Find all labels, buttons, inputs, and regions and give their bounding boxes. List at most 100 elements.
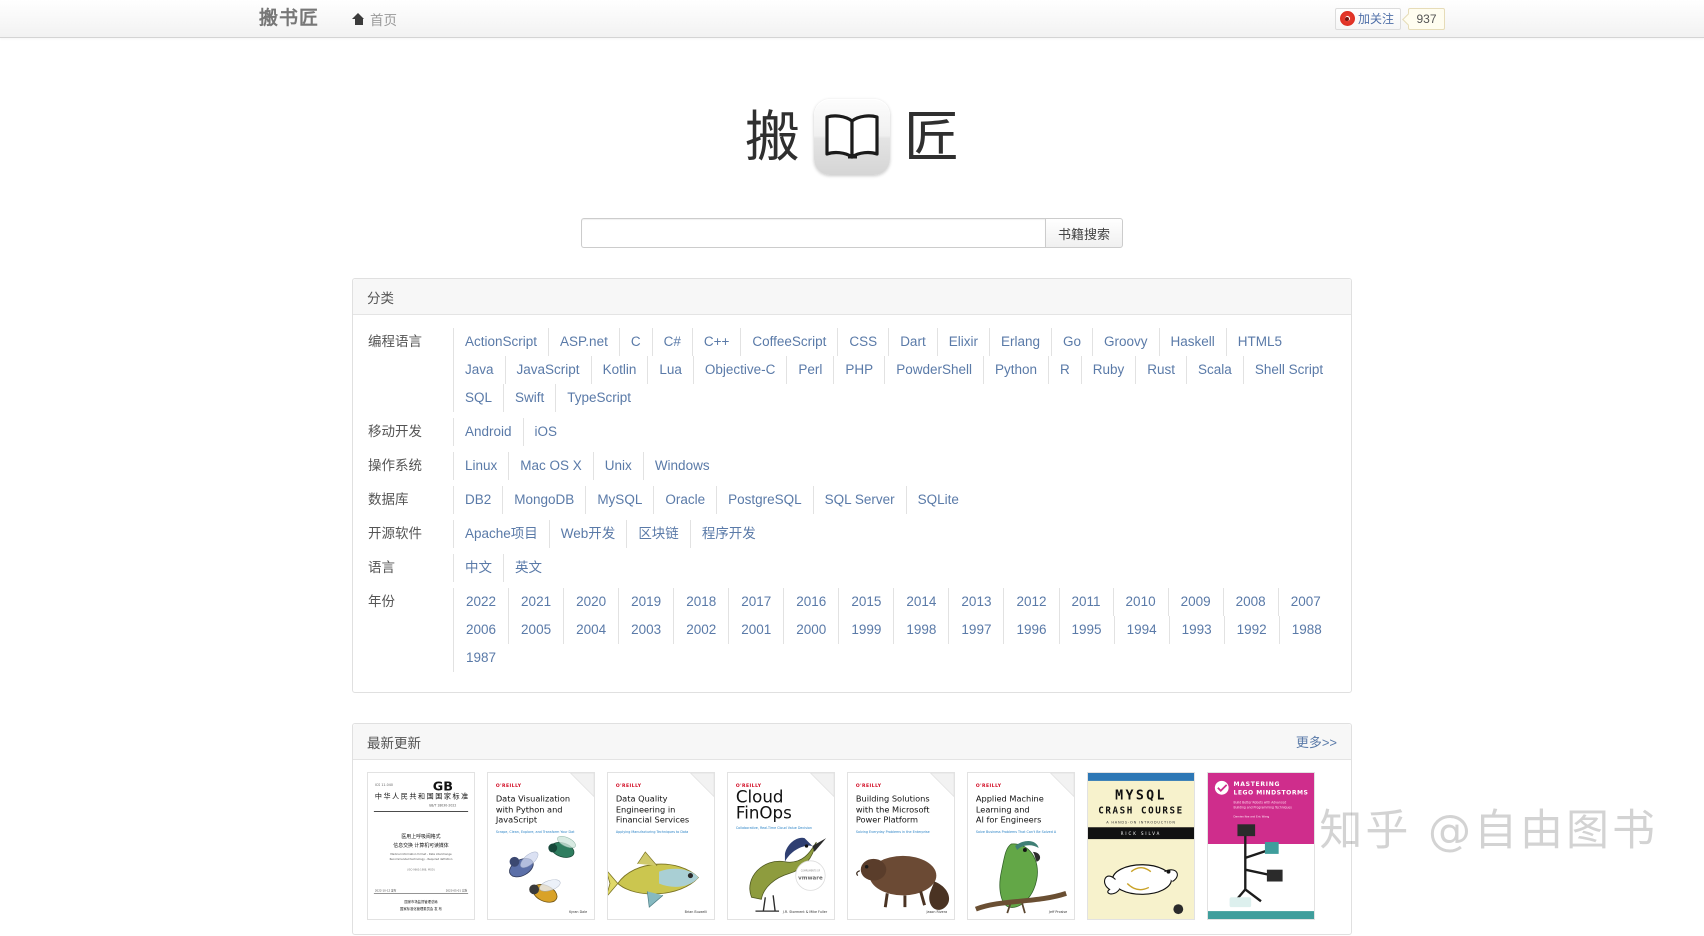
nav-item-home[interactable]: 首页 — [352, 9, 397, 29]
category-link[interactable]: Ruby — [1080, 356, 1136, 384]
category-link[interactable]: PHP — [833, 356, 884, 384]
category-link[interactable]: HTML5 — [1225, 328, 1293, 356]
book-cover-data-quality-engineering-financial-services[interactable]: O'REILLY Data Quality Engineering in Fina… — [607, 772, 715, 920]
category-link[interactable]: 1998 — [893, 616, 948, 644]
search-button[interactable]: 书籍搜索 — [1045, 218, 1123, 248]
category-link[interactable]: 2012 — [1003, 588, 1058, 616]
category-link[interactable]: Windows — [642, 452, 721, 480]
category-link[interactable]: C — [618, 328, 652, 356]
category-link[interactable]: R — [1048, 356, 1081, 384]
category-link[interactable]: 区块链 — [626, 520, 690, 548]
category-link[interactable]: MongoDB — [502, 486, 585, 514]
category-link[interactable]: 中文 — [453, 554, 503, 582]
category-link[interactable]: 2008 — [1222, 588, 1278, 616]
category-link[interactable]: PostgreSQL — [716, 486, 813, 514]
book-cover-data-visualization-python-javascript[interactable]: O'REILLY Data Visualization with Python … — [487, 772, 595, 920]
category-link[interactable]: iOS — [522, 418, 569, 446]
category-link[interactable]: 2019 — [618, 588, 673, 616]
category-link[interactable]: TypeScript — [555, 384, 642, 412]
category-link[interactable]: 2004 — [563, 616, 618, 644]
category-link[interactable]: Erlang — [988, 328, 1051, 356]
category-link[interactable]: 2003 — [618, 616, 673, 644]
category-link[interactable]: ActionScript — [453, 328, 548, 356]
category-link[interactable]: Android — [453, 418, 523, 446]
category-link[interactable]: Oracle — [653, 486, 716, 514]
category-link[interactable]: 1992 — [1223, 616, 1279, 644]
category-link[interactable]: Shell Script — [1242, 356, 1334, 384]
category-link[interactable]: Elixir — [936, 328, 989, 356]
category-link[interactable]: 2000 — [783, 616, 838, 644]
category-link[interactable]: 2014 — [893, 588, 948, 616]
category-link[interactable]: Go — [1050, 328, 1092, 356]
category-link[interactable]: Mac OS X — [508, 452, 593, 480]
category-link[interactable]: 2001 — [728, 616, 783, 644]
category-link[interactable]: 1995 — [1058, 616, 1114, 644]
category-link[interactable]: 2002 — [673, 616, 728, 644]
category-link[interactable]: 2016 — [783, 588, 838, 616]
category-link[interactable]: SQL Server — [812, 486, 906, 514]
search-input[interactable] — [581, 218, 1045, 248]
category-link[interactable]: 英文 — [503, 554, 553, 582]
category-link[interactable]: Apache项目 — [453, 520, 549, 548]
category-link[interactable]: Groovy — [1092, 328, 1159, 356]
weibo-follow-button[interactable]: 加关注 — [1334, 7, 1401, 30]
category-link[interactable]: Swift — [503, 384, 555, 412]
category-link[interactable]: 2022 — [453, 588, 508, 616]
category-link[interactable]: ASP.net — [548, 328, 619, 356]
book-cover-mastering-lego-mindstorms[interactable]: MASTERING LEGO MINDSTORMS Build Better R… — [1207, 772, 1315, 920]
book-cover-cloud-finops[interactable]: O'REILLY Cloud FinOps Collaborative, Rea… — [727, 772, 835, 920]
category-link[interactable]: Scala — [1186, 356, 1243, 384]
category-link[interactable]: 2006 — [453, 616, 508, 644]
latest-panel-more-link[interactable]: 更多>> — [1296, 732, 1337, 751]
category-link[interactable]: C++ — [691, 328, 741, 356]
category-link[interactable]: PowderShell — [884, 356, 983, 384]
category-link[interactable]: JavaScript — [504, 356, 591, 384]
category-link[interactable]: 2020 — [563, 588, 618, 616]
category-link[interactable]: 1996 — [1003, 616, 1058, 644]
category-link[interactable]: 2009 — [1167, 588, 1223, 616]
category-link[interactable]: 2018 — [673, 588, 728, 616]
category-link[interactable]: Kotlin — [590, 356, 648, 384]
category-link[interactable]: Linux — [453, 452, 508, 480]
category-link[interactable]: 1988 — [1278, 616, 1334, 644]
category-link[interactable]: C# — [651, 328, 692, 356]
book-cover-gb-standard-chinese[interactable]: ICS 11.040 GB 中华人民共和国国家标准 GB/T 18030-202… — [367, 772, 475, 920]
site-logo[interactable]: 搬 匠 — [0, 91, 1704, 183]
category-link[interactable]: 1993 — [1168, 616, 1224, 644]
category-link[interactable]: 2021 — [508, 588, 563, 616]
site-brand[interactable]: 搬书匠 — [259, 9, 319, 28]
category-link[interactable]: SQL — [453, 384, 503, 412]
category-link[interactable]: Lua — [647, 356, 693, 384]
book-cover-mysql-crash-course[interactable]: MYSQL CRASH COURSE A HANDS-ON INTRODUCTI… — [1087, 772, 1195, 920]
category-link[interactable]: 1994 — [1113, 616, 1169, 644]
book-cover-building-solutions-microsoft-power-platform[interactable]: O'REILLY Building Solutions with the Mic… — [847, 772, 955, 920]
category-link[interactable]: MySQL — [585, 486, 653, 514]
category-link[interactable]: DB2 — [453, 486, 502, 514]
category-link[interactable]: 2005 — [508, 616, 563, 644]
category-link[interactable]: Java — [453, 356, 505, 384]
category-link[interactable]: Python — [982, 356, 1048, 384]
category-link[interactable]: Rust — [1135, 356, 1186, 384]
follower-count-badge[interactable]: 937 — [1408, 7, 1445, 30]
category-link[interactable]: 2010 — [1112, 588, 1168, 616]
book-cover-applied-machine-learning-ai-for-engineers[interactable]: O'REILLY Applied Machine Learning and AI … — [967, 772, 1075, 920]
category-link[interactable]: 2007 — [1277, 588, 1333, 616]
svg-text:Brian Buzzelli: Brian Buzzelli — [685, 910, 708, 914]
category-link[interactable]: Haskell — [1158, 328, 1226, 356]
category-link[interactable]: Perl — [786, 356, 833, 384]
category-link[interactable]: Web开发 — [548, 520, 627, 548]
category-link[interactable]: 1999 — [838, 616, 893, 644]
category-link[interactable]: 2015 — [838, 588, 893, 616]
category-link[interactable]: Unix — [592, 452, 643, 480]
category-link[interactable]: 1987 — [453, 644, 508, 672]
category-link[interactable]: CoffeeScript — [740, 328, 837, 356]
category-link[interactable]: Objective-C — [692, 356, 787, 384]
category-link[interactable]: 1997 — [948, 616, 1003, 644]
category-link[interactable]: 2011 — [1058, 588, 1113, 616]
category-link[interactable]: SQLite — [905, 486, 970, 514]
category-link[interactable]: 2017 — [728, 588, 783, 616]
category-link[interactable]: CSS — [837, 328, 888, 356]
category-link[interactable]: Dart — [888, 328, 937, 356]
category-link[interactable]: 程序开发 — [689, 520, 767, 548]
category-link[interactable]: 2013 — [948, 588, 1003, 616]
